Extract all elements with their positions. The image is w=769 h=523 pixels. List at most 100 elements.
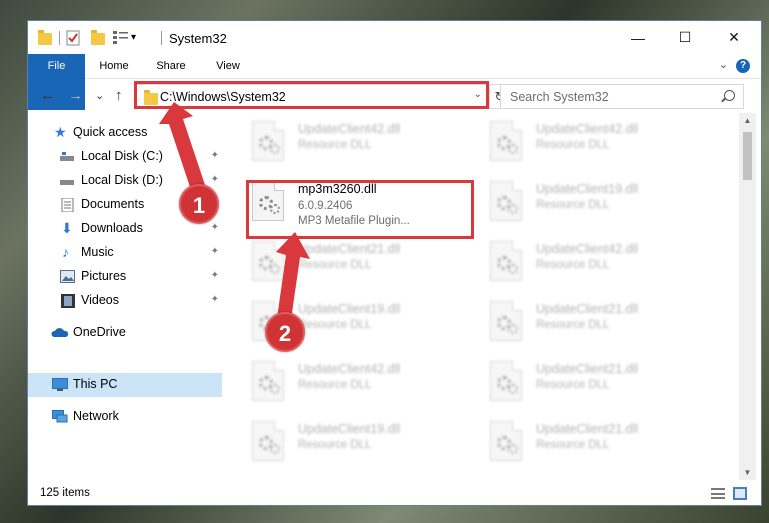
forward-button[interactable]: → bbox=[68, 87, 83, 104]
file-item[interactable]: UpdateClient42.dll Resource DLL bbox=[463, 237, 693, 293]
pin-icon: ✦ bbox=[210, 270, 219, 281]
vertical-scrollbar[interactable]: ▲ ▼ bbox=[739, 113, 756, 480]
dll-file-icon bbox=[252, 421, 284, 461]
sidebar-item-music[interactable]: ♪ Music ✦ bbox=[28, 241, 222, 265]
view-options-icon[interactable] bbox=[113, 30, 129, 46]
details-view-icon[interactable] bbox=[711, 488, 725, 499]
file-description: Resource DLL bbox=[536, 199, 610, 211]
file-name: UpdateClient21.dll bbox=[536, 422, 639, 436]
file-description: Resource DLL bbox=[536, 259, 610, 271]
file-item[interactable]: UpdateClient42.dll Resource DLL bbox=[225, 117, 455, 173]
file-description: Resource DLL bbox=[298, 319, 372, 331]
file-item[interactable]: UpdateClient21.dll Resource DLL bbox=[225, 237, 455, 293]
tab-view[interactable]: View bbox=[202, 54, 254, 79]
sidebar-item-local-disk-c[interactable]: Local Disk (C:) ✦ bbox=[28, 145, 222, 169]
file-description: Resource DLL bbox=[298, 139, 372, 151]
dll-file-icon bbox=[252, 241, 284, 281]
search-input[interactable]: Search System32 bbox=[510, 90, 609, 104]
status-bar: 125 items bbox=[28, 480, 761, 505]
file-description: Resource DLL bbox=[536, 379, 610, 391]
search-icon[interactable] bbox=[724, 90, 735, 101]
file-item[interactable]: UpdateClient19.dll Resource DLL bbox=[225, 297, 455, 353]
help-icon[interactable]: ? bbox=[736, 59, 750, 73]
file-item[interactable]: UpdateClient19.dll Resource DLL bbox=[463, 177, 693, 233]
drive-icon bbox=[60, 150, 74, 164]
file-description: Resource DLL bbox=[536, 139, 610, 151]
address-dropdown-icon[interactable]: ⌄ bbox=[474, 89, 482, 100]
file-list: UpdateClient42.dll Resource DLL UpdateCl… bbox=[223, 113, 738, 480]
sidebar-item-pictures[interactable]: Pictures ✦ bbox=[28, 265, 222, 289]
file-name: UpdateClient21.dll bbox=[536, 362, 639, 376]
navigation-bar: ← → ⌄ ↑ C:\Windows\System32 ⌄ ↻ Search S… bbox=[28, 80, 761, 113]
sidebar-item-label: This PC bbox=[73, 377, 118, 391]
dll-file-icon bbox=[252, 181, 284, 221]
folder-icon bbox=[144, 90, 158, 105]
file-item[interactable]: UpdateClient42.dll Resource DLL bbox=[463, 117, 693, 173]
scroll-thumb[interactable] bbox=[743, 132, 752, 180]
step-1-badge: 1 bbox=[179, 184, 219, 224]
scroll-down-icon[interactable]: ▼ bbox=[739, 465, 756, 480]
back-button[interactable]: ← bbox=[40, 87, 55, 104]
sidebar-item-network[interactable]: Network bbox=[28, 405, 222, 429]
file-item[interactable]: UpdateClient21.dll Resource DLL bbox=[463, 417, 693, 473]
documents-icon bbox=[61, 197, 75, 213]
recent-locations-button[interactable]: ⌄ bbox=[95, 89, 104, 102]
dll-file-icon bbox=[490, 121, 522, 161]
sidebar-item-label: Documents bbox=[81, 197, 145, 211]
pictures-icon bbox=[60, 270, 75, 284]
search-box[interactable]: Search System32 bbox=[500, 84, 744, 109]
star-icon: ★ bbox=[54, 124, 67, 140]
up-button[interactable]: ↑ bbox=[115, 87, 123, 104]
file-item-mp3m3260[interactable]: mp3m3260.dll 6.0.9.2406 MP3 Metafile Plu… bbox=[225, 177, 455, 233]
sidebar-item-this-pc[interactable]: This PC bbox=[28, 373, 222, 397]
sidebar-item-label: Quick access bbox=[73, 125, 148, 139]
downloads-icon: ⬇ bbox=[61, 220, 73, 236]
window-title: System32 bbox=[169, 31, 227, 46]
sidebar-item-label: Downloads bbox=[81, 221, 143, 235]
large-icons-view-icon[interactable] bbox=[733, 487, 747, 500]
sidebar-item-label: Network bbox=[73, 409, 119, 423]
ribbon-tabs: File Home Share View ⌄ ? bbox=[28, 54, 761, 110]
onedrive-icon bbox=[51, 326, 69, 340]
computer-icon bbox=[52, 378, 68, 392]
properties-icon[interactable] bbox=[66, 30, 80, 46]
file-name: UpdateClient19.dll bbox=[298, 302, 401, 316]
address-bar[interactable]: C:\Windows\System32 ⌄ bbox=[136, 84, 487, 109]
file-description: Resource DLL bbox=[536, 439, 610, 451]
pin-icon: ✦ bbox=[210, 294, 219, 305]
file-item[interactable]: UpdateClient21.dll Resource DLL bbox=[463, 357, 693, 413]
dll-file-icon bbox=[490, 301, 522, 341]
sidebar-item-onedrive[interactable]: OneDrive bbox=[28, 321, 222, 345]
step-2-badge: 2 bbox=[265, 312, 305, 352]
file-explorer-window: ▾ System32 — ☐ ✕ File Home Share View ⌄ … bbox=[27, 20, 762, 506]
file-name: UpdateClient19.dll bbox=[536, 182, 639, 196]
sidebar-item-videos[interactable]: Videos ✦ bbox=[28, 289, 222, 313]
dll-file-icon bbox=[490, 181, 522, 221]
sidebar-item-quick-access[interactable]: ★ Quick access bbox=[28, 121, 222, 145]
address-path[interactable]: C:\Windows\System32 bbox=[160, 90, 286, 104]
sidebar-item-label: Pictures bbox=[81, 269, 127, 283]
ribbon-expand-icon[interactable]: ⌄ bbox=[719, 58, 728, 71]
sidebar-item-label: Videos bbox=[81, 293, 119, 307]
file-item[interactable]: UpdateClient21.dll Resource DLL bbox=[463, 297, 693, 353]
maximize-button[interactable]: ☐ bbox=[662, 21, 708, 54]
title-bar: ▾ System32 — ☐ ✕ bbox=[28, 21, 761, 54]
videos-icon bbox=[61, 294, 75, 308]
pin-icon: ✦ bbox=[210, 222, 219, 233]
qa-dropdown-icon[interactable]: ▾ bbox=[131, 32, 136, 48]
navigation-pane: ★ Quick access Local Disk (C:) ✦ Local D… bbox=[28, 113, 222, 480]
music-icon: ♪ bbox=[62, 244, 69, 260]
file-name: UpdateClient42.dll bbox=[298, 362, 401, 376]
item-count: 125 items bbox=[40, 487, 90, 499]
file-name: mp3m3260.dll bbox=[298, 182, 377, 196]
minimize-button[interactable]: — bbox=[615, 21, 661, 54]
tab-share[interactable]: Share bbox=[145, 54, 197, 79]
file-description: Resource DLL bbox=[536, 319, 610, 331]
file-version: 6.0.9.2406 bbox=[298, 200, 353, 212]
close-button[interactable]: ✕ bbox=[711, 21, 757, 54]
file-item[interactable]: UpdateClient19.dll Resource DLL bbox=[225, 417, 455, 473]
tab-home[interactable]: Home bbox=[88, 54, 140, 79]
sidebar-item-label: Music bbox=[81, 245, 114, 259]
scroll-up-icon[interactable]: ▲ bbox=[739, 113, 756, 128]
file-item[interactable]: UpdateClient42.dll Resource DLL bbox=[225, 357, 455, 413]
